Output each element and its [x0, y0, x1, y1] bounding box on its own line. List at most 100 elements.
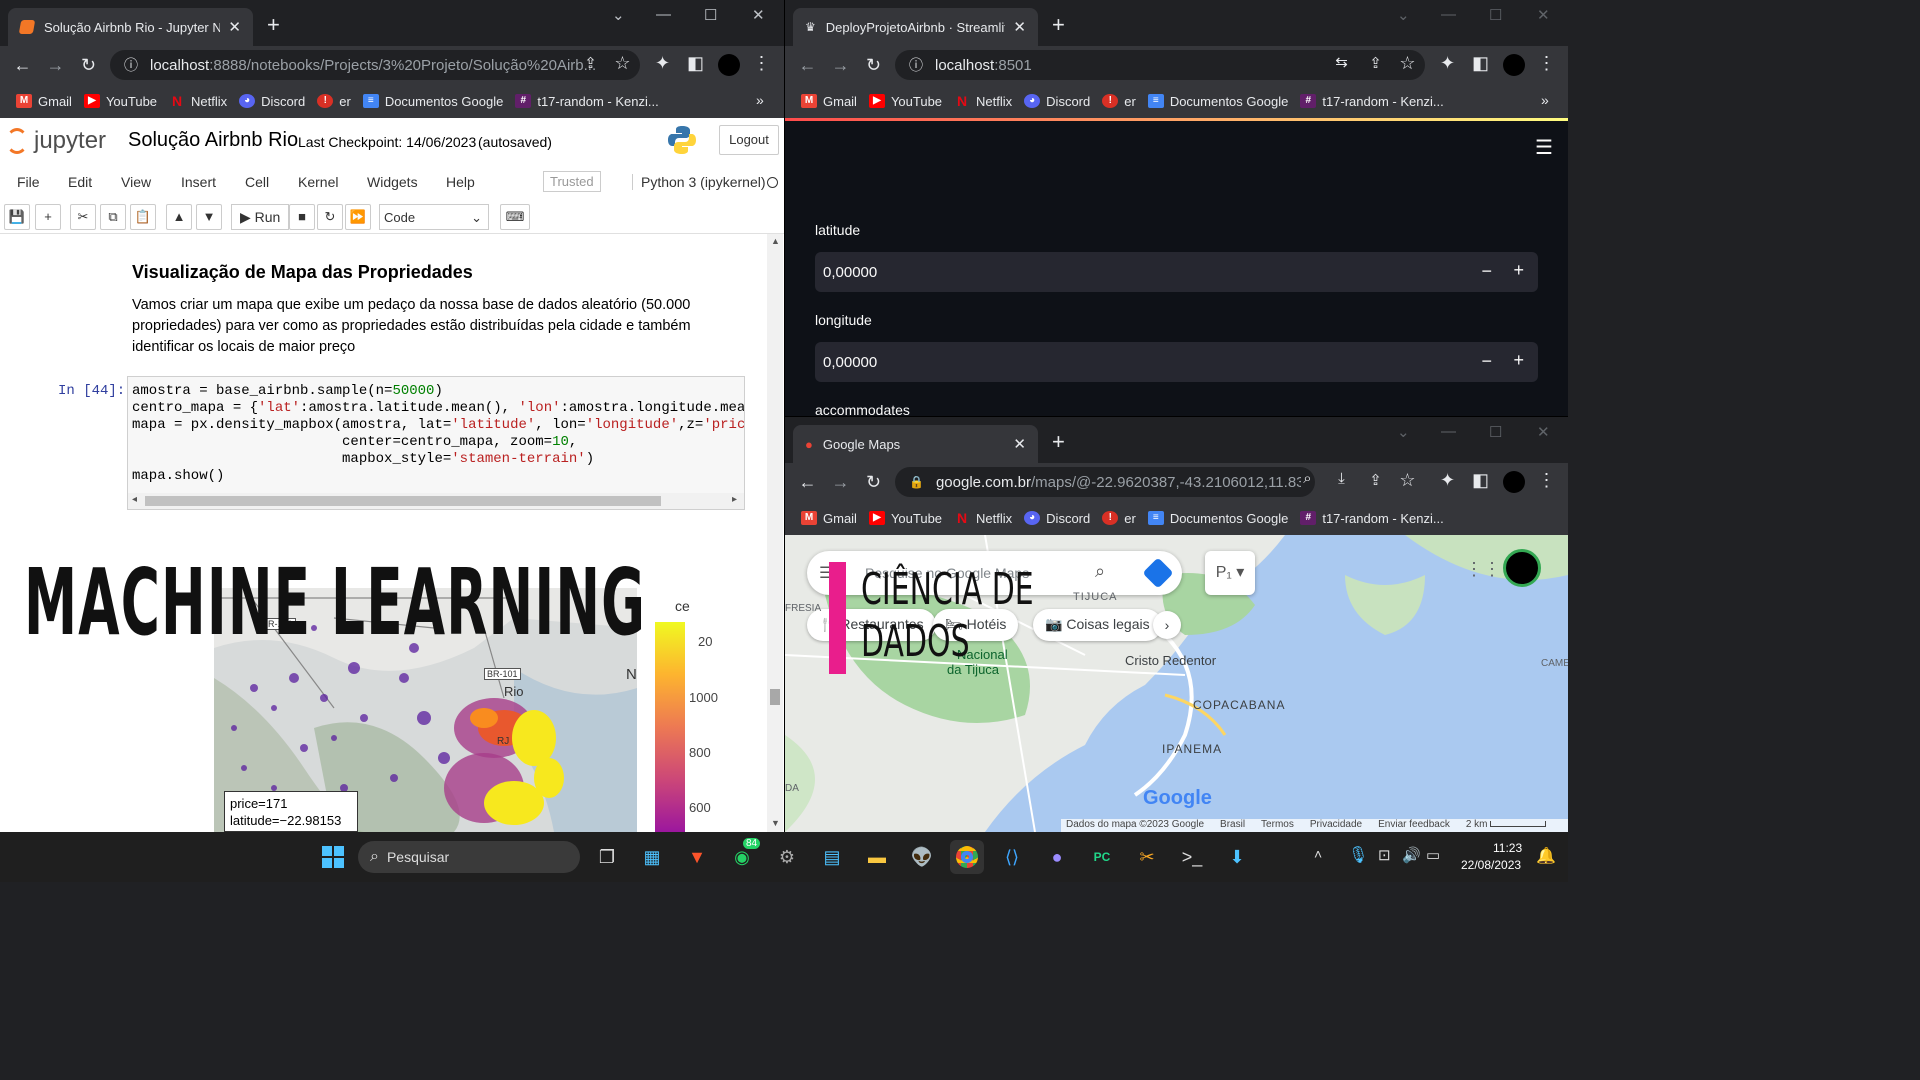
notifications-icon[interactable]: 🔔 [1536, 846, 1556, 866]
place-cristo-redentor[interactable]: Cristo Redentor [1125, 653, 1216, 668]
back-icon[interactable]: ← [791, 55, 824, 76]
file-explorer-icon[interactable]: ▬ [860, 840, 894, 874]
menu-kebab-icon[interactable]: ⋮ [1530, 53, 1563, 74]
volume-icon[interactable]: 🔊 [1402, 846, 1421, 864]
bookmark-er[interactable]: ! er [317, 94, 351, 109]
fast-forward-icon[interactable]: ⏩ [345, 204, 371, 230]
scroll-thumb[interactable] [145, 496, 661, 506]
trusted-indicator[interactable]: Trusted [543, 171, 601, 192]
cut-icon[interactable]: ✂ [70, 204, 96, 230]
menu-help[interactable]: Help [446, 174, 475, 190]
tab-streamlit[interactable]: ♛ DeployProjetoAirbnb · Streamlit ✕ [793, 8, 1038, 46]
place-fresia[interactable]: FRESIA [785, 603, 821, 614]
code-editor[interactable]: amostra = base_airbnb.sample(n=50000) ce… [132, 383, 744, 485]
menu-kernel[interactable]: Kernel [298, 174, 338, 190]
more-bookmarks-icon[interactable]: » [756, 92, 764, 108]
maximize-icon[interactable]: ☐ [704, 6, 717, 24]
back-icon[interactable]: ← [6, 55, 39, 76]
menu-view[interactable]: View [121, 174, 151, 190]
microsoft-store-icon[interactable]: ▦ [635, 840, 669, 874]
notepad-icon[interactable]: ▤ [815, 840, 849, 874]
place-came[interactable]: CAME [1541, 658, 1568, 669]
profile-avatar[interactable] [718, 54, 740, 76]
page-scroll-thumb[interactable] [770, 689, 780, 705]
longitude-increment-button[interactable]: + [1513, 350, 1524, 371]
bookmark-discord[interactable]: ◕ Discord [1024, 94, 1090, 109]
more-bookmarks-icon[interactable]: » [1541, 92, 1549, 108]
bookmark-gmail[interactable]: M Gmail [801, 94, 857, 109]
place-da[interactable]: DA [785, 783, 799, 794]
share-icon[interactable]: ⇪ [574, 54, 607, 72]
menu-kebab-icon[interactable]: ⋮ [745, 53, 778, 74]
profile-avatar[interactable] [1503, 54, 1525, 76]
tab-search-icon[interactable]: ⌄ [1397, 6, 1410, 24]
scroll-up-icon[interactable]: ▲ [771, 236, 780, 246]
minimize-icon[interactable]: — [1441, 6, 1456, 23]
notebook-name[interactable]: Solução Airbnb Rio [128, 129, 298, 152]
bookmark-er[interactable]: ! er [1102, 94, 1136, 109]
install-icon[interactable]: ⤓ [1325, 470, 1358, 487]
scroll-down-icon[interactable]: ▼ [771, 818, 780, 828]
logout-button[interactable]: Logout [719, 125, 779, 155]
footer-feedback[interactable]: Enviar feedback [1378, 819, 1450, 832]
chip-things-to-do[interactable]: 📷 Coisas legais [1033, 609, 1162, 641]
place-ipanema[interactable]: IPANEMA [1162, 742, 1222, 756]
maximize-icon[interactable]: ☐ [1489, 423, 1502, 441]
task-view-icon[interactable]: ❐ [590, 840, 624, 874]
bookmark-docs[interactable]: ≡ Documentos Google [1147, 94, 1288, 109]
menu-cell[interactable]: Cell [245, 174, 269, 190]
move-down-icon[interactable]: ▼ [196, 204, 222, 230]
new-tab-button[interactable]: + [267, 12, 280, 38]
bookmark-gmail[interactable]: M Gmail [801, 511, 857, 526]
menu-edit[interactable]: Edit [68, 174, 92, 190]
bookmark-er[interactable]: ! er [1102, 511, 1136, 526]
python-app-icon[interactable]: ⬇ [1220, 840, 1254, 874]
bookmark-slack[interactable]: # t17-random - Kenzi... [1300, 94, 1444, 109]
profile-avatar[interactable] [1503, 471, 1525, 493]
bookmark-discord[interactable]: ◕ Discord [1024, 511, 1090, 526]
bookmark-youtube[interactable]: ▶ YouTube [868, 511, 942, 526]
close-window-icon[interactable]: ✕ [1537, 423, 1550, 441]
latitude-decrement-button[interactable]: − [1481, 261, 1492, 282]
vscode-icon[interactable]: ⟨⟩ [995, 840, 1029, 874]
side-panel-icon[interactable]: ◧ [1464, 53, 1497, 74]
save-icon[interactable]: 💾 [4, 204, 30, 230]
network-icon[interactable]: ⊡ [1378, 846, 1391, 864]
cell-type-select[interactable]: Code ⌄ [379, 204, 489, 230]
longitude-value[interactable]: 0,00000 [823, 354, 877, 371]
bookmark-docs[interactable]: ≡ Documentos Google [1147, 511, 1288, 526]
share-icon[interactable]: ⇪ [1359, 471, 1392, 489]
snipping-tool-icon[interactable]: ✂ [1130, 840, 1164, 874]
latitude-number-input[interactable]: 0,00000 − + [815, 252, 1538, 292]
new-tab-button[interactable]: + [1052, 429, 1065, 455]
stop-icon[interactable]: ■ [289, 204, 315, 230]
new-tab-button[interactable]: + [1052, 12, 1065, 38]
menu-widgets[interactable]: Widgets [367, 174, 418, 190]
search-icon[interactable]: ⌕ [1291, 470, 1324, 487]
bookmark-slack[interactable]: # t17-random - Kenzi... [515, 94, 659, 109]
close-window-icon[interactable]: ✕ [1537, 6, 1550, 24]
bookmark-star-icon[interactable]: ☆ [1391, 53, 1424, 74]
bookmark-gmail[interactable]: M Gmail [16, 94, 72, 109]
place-copacabana[interactable]: COPACABANA [1193, 698, 1285, 712]
tab-google-maps[interactable]: ● Google Maps ✕ [793, 425, 1038, 463]
latitude-increment-button[interactable]: + [1513, 260, 1524, 281]
microphone-icon[interactable]: 🎙 [1348, 845, 1368, 865]
obs-icon[interactable]: ● [1040, 840, 1074, 874]
forward-icon[interactable]: → [824, 55, 857, 76]
translate-icon[interactable]: ⇆ [1325, 53, 1358, 71]
footer-country[interactable]: Brasil [1220, 819, 1245, 832]
hamburger-menu-icon[interactable]: ☰ [1535, 135, 1553, 160]
maps-search-icon[interactable]: ⌕ [1095, 561, 1105, 582]
tab-search-icon[interactable]: ⌄ [612, 6, 625, 24]
add-cell-icon[interactable]: + [35, 204, 61, 230]
back-icon[interactable]: ← [791, 472, 824, 493]
bookmark-slack[interactable]: # t17-random - Kenzi... [1300, 511, 1444, 526]
bookmark-netflix[interactable]: N Netflix [954, 511, 1012, 526]
latitude-value[interactable]: 0,00000 [823, 264, 877, 281]
reload-icon[interactable]: ↻ [857, 472, 890, 493]
chrome-icon[interactable] [950, 840, 984, 874]
jupyter-logo-text[interactable]: jupyter [34, 127, 106, 155]
menu-insert[interactable]: Insert [181, 174, 216, 190]
maps-profile-avatar[interactable] [1503, 549, 1541, 587]
